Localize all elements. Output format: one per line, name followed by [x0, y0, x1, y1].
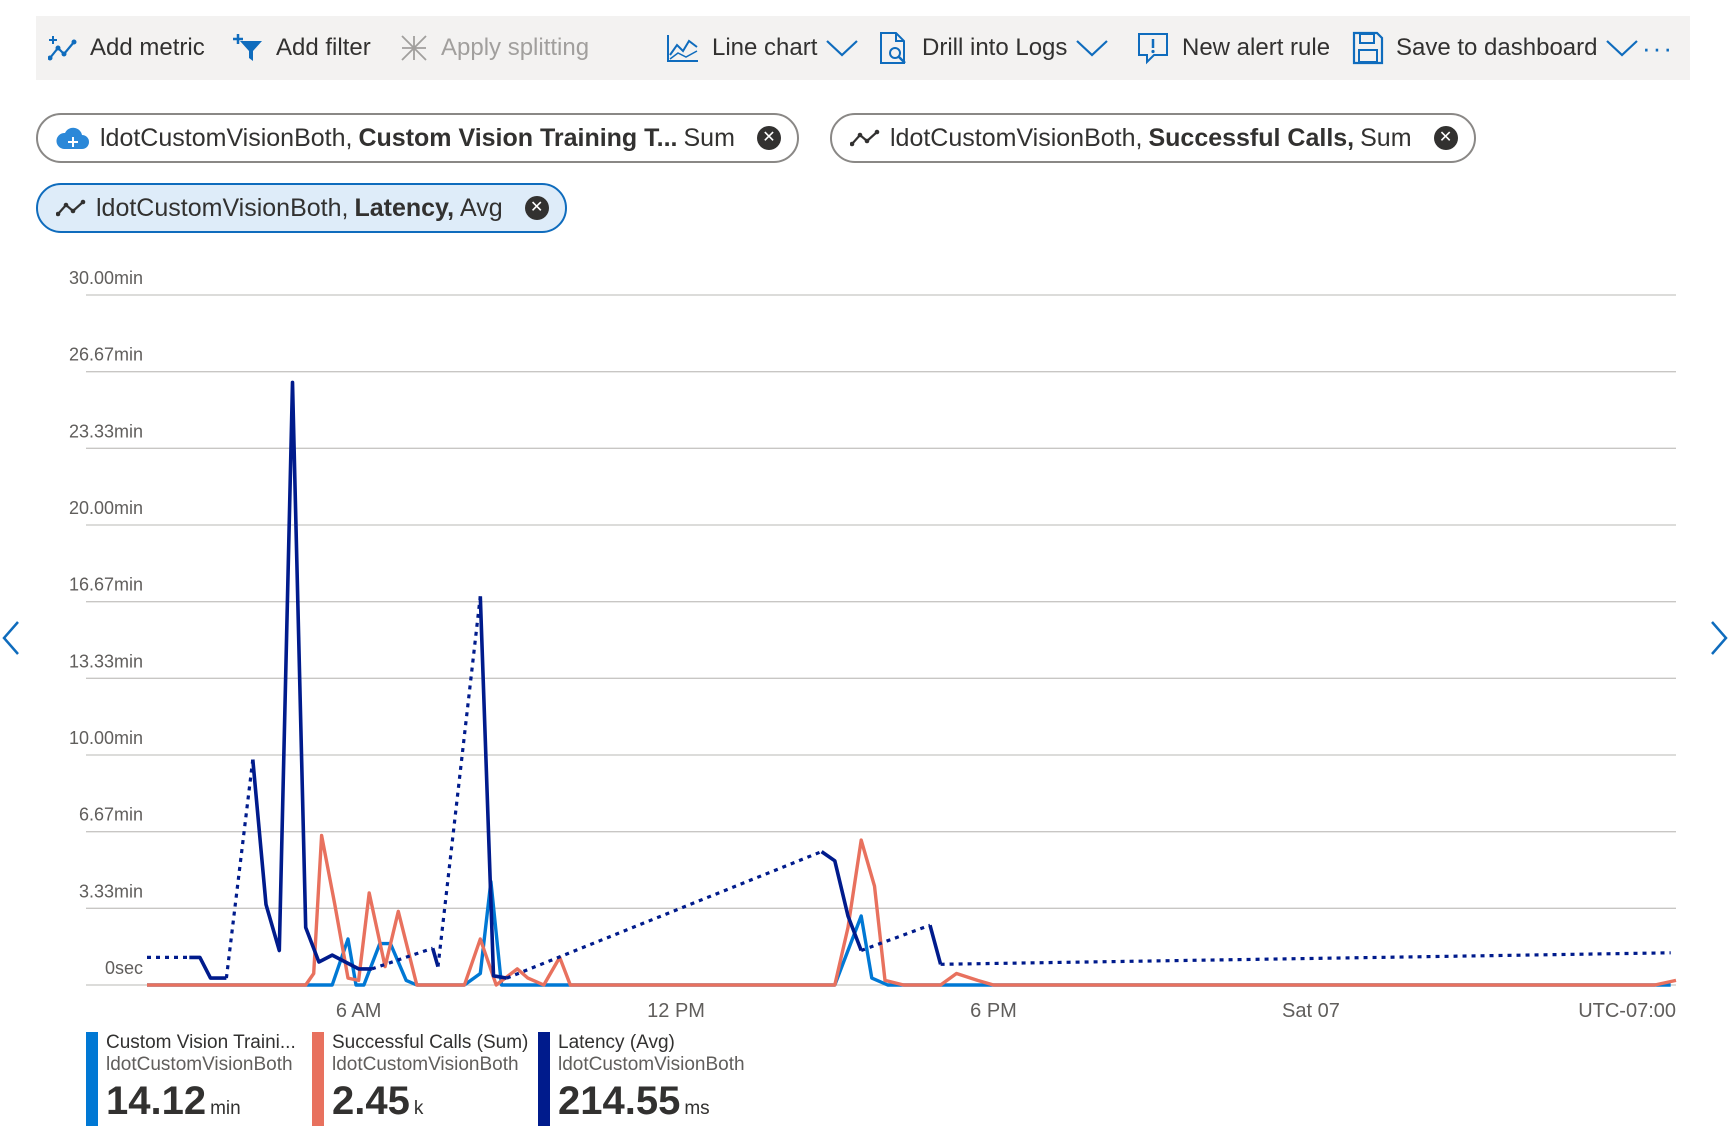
pill-resource: ldotCustomVisionBoth, [96, 193, 349, 222]
new-alert-rule-button[interactable]: New alert rule [1136, 16, 1330, 80]
add-metric-icon [48, 36, 77, 61]
y-tick-label: 13.33min [69, 651, 143, 671]
pill-aggregation: Avg [460, 193, 503, 222]
metric-pill-latency[interactable]: ldotCustomVisionBoth, Latency, Avg ✕ [36, 183, 567, 233]
legend-resource-name: ldotCustomVisionBoth [332, 1054, 519, 1075]
add-metric-label: Add metric [90, 34, 205, 61]
legend-unit: k [413, 1098, 424, 1119]
series-segment [251, 380, 372, 971]
series-segment [928, 924, 943, 965]
add-filter-label: Add filter [276, 34, 371, 61]
series-gap-segment [224, 759, 255, 979]
series-segment [147, 833, 1677, 987]
pill-resource: ldotCustomVisionBoth, [100, 123, 353, 152]
save-to-dashboard-label: Save to dashboard [1396, 34, 1598, 61]
pill-metric: Successful Calls, [1148, 123, 1355, 152]
chevron-down-icon [1076, 40, 1109, 57]
remove-metric-icon[interactable]: ✕ [524, 196, 549, 220]
legend-series-name: Successful Calls (Sum) [332, 1032, 529, 1053]
legend-unit: ms [684, 1098, 710, 1119]
x-tick-label: Sat 07 [1282, 1000, 1340, 1022]
metric-pill-training[interactable]: ldotCustomVisionBoth, Custom Vision Trai… [36, 113, 799, 163]
legend-series-name: Custom Vision Traini... [106, 1032, 296, 1053]
line-chart: 0sec 3.33min 6.67min 10.00min 13.33min 16.67m… [69, 268, 1677, 1022]
drill-into-logs-label: Drill into Logs [922, 34, 1068, 61]
legend-item-latency[interactable]: Latency (Avg) ldotCustomVisionBoth 214.5… [538, 1032, 745, 1128]
series-segment [189, 955, 227, 980]
legend-value: 214.55 [558, 1079, 681, 1123]
chart-gridlines [86, 294, 1676, 986]
line-chart-icon [667, 35, 698, 62]
more-options-label: ··· [1642, 32, 1674, 63]
x-tick-label: 6 AM [336, 1000, 382, 1022]
legend-color-swatch [538, 1032, 550, 1126]
y-tick-label: 10.00min [69, 728, 143, 748]
pill-metric: Custom Vision Training T... [358, 123, 678, 152]
y-tick-label: 3.33min [79, 881, 143, 901]
apply-splitting-icon [401, 35, 427, 61]
legend-item-training[interactable]: Custom Vision Traini... ldotCustomVision… [86, 1032, 296, 1128]
y-tick-label: 23.33min [69, 421, 143, 441]
series-gap-segment [436, 596, 482, 967]
new-alert-rule-label: New alert rule [1182, 34, 1331, 61]
series-gap-segment [506, 850, 823, 980]
alert-icon [1138, 33, 1168, 65]
series-gap-segment [860, 923, 931, 953]
legend-value: 14.12 [106, 1079, 207, 1123]
pill-resource: ldotCustomVisionBoth, [890, 123, 1143, 152]
legend-item-successful-calls[interactable]: Successful Calls (Sum) ldotCustomVisionB… [312, 1032, 528, 1128]
legend-resource-name: ldotCustomVisionBoth [106, 1054, 293, 1075]
save-to-dashboard-dropdown[interactable]: Save to dashboard [1352, 16, 1639, 80]
series-line-successful-calls[interactable] [147, 833, 1677, 987]
metric-pill-successful-calls[interactable]: ldotCustomVisionBoth, Successful Calls, … [830, 113, 1476, 163]
legend-value: 2.45 [332, 1079, 410, 1123]
apply-splitting-label: Apply splitting [441, 34, 590, 61]
chevron-down-icon [1606, 40, 1639, 57]
legend-unit: min [210, 1098, 241, 1119]
y-tick-label: 26.67min [69, 345, 143, 365]
add-filter-icon [233, 34, 262, 61]
y-tick-label: 6.67min [79, 805, 143, 825]
chart-series [147, 380, 1677, 987]
y-axis-ticks: 0sec 3.33min 6.67min 10.00min 13.33min 16.67m… [69, 268, 143, 978]
drill-into-logs-dropdown[interactable]: Drill into Logs [878, 16, 1109, 80]
apply-splitting-button[interactable]: Apply splitting [399, 16, 589, 80]
line-chart-label: Line chart [712, 34, 818, 61]
legend-series-name: Latency (Avg) [558, 1032, 675, 1053]
series-segment [820, 850, 863, 952]
logs-search-icon [880, 32, 906, 64]
chevron-down-icon [826, 40, 859, 57]
remove-metric-icon[interactable]: ✕ [756, 126, 781, 150]
y-tick-label: 16.67min [69, 575, 143, 595]
add-metric-button[interactable]: Add metric [48, 16, 205, 80]
remove-metric-icon[interactable]: ✕ [1433, 126, 1458, 150]
metric-line-icon [56, 198, 86, 218]
x-tick-label: 6 PM [970, 1000, 1017, 1022]
series-line-latency[interactable] [147, 380, 1671, 980]
series-segment [147, 879, 1671, 987]
cloud-brain-icon [56, 125, 90, 151]
y-tick-label: 0sec [105, 958, 143, 978]
metric-line-icon [850, 128, 880, 148]
pill-aggregation: Sum [683, 123, 735, 152]
y-tick-label: 30.00min [69, 268, 143, 288]
timezone-label: UTC-07:00 [1578, 1000, 1676, 1022]
legend-color-swatch [312, 1032, 324, 1126]
y-tick-label: 20.00min [69, 498, 143, 518]
line-chart-dropdown[interactable]: Line chart [666, 16, 859, 80]
chart-toolbar: Add metric Add filter Apply splitting Li… [36, 16, 1690, 80]
pill-aggregation: Sum [1360, 123, 1412, 152]
legend-color-swatch [86, 1032, 98, 1126]
x-axis-ticks: 6 AM 12 PM 6 PM Sat 07 UTC-07:00 [336, 1000, 1676, 1022]
x-tick-label: 12 PM [647, 1000, 705, 1022]
save-icon [1352, 31, 1384, 65]
legend-resource-name: ldotCustomVisionBoth [558, 1054, 745, 1075]
more-options-button[interactable]: ··· [1642, 16, 1674, 80]
pill-metric: Latency, [354, 193, 455, 222]
series-gap-segment [940, 951, 1671, 966]
series-line-training[interactable] [147, 879, 1671, 987]
add-filter-button[interactable]: Add filter [232, 16, 371, 80]
